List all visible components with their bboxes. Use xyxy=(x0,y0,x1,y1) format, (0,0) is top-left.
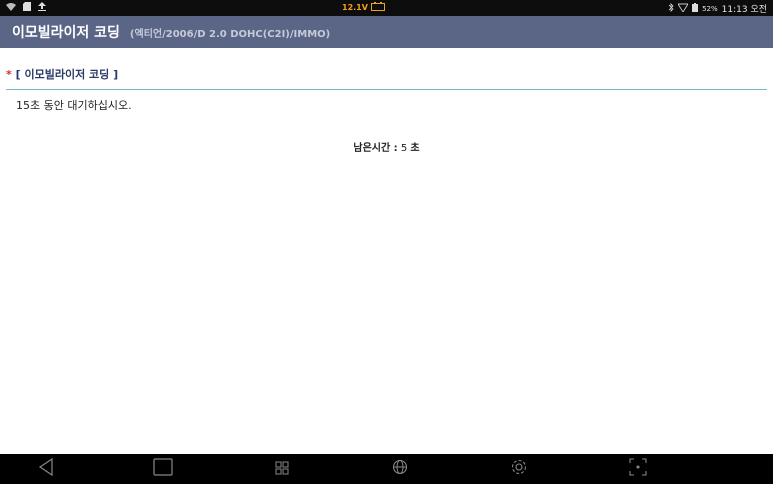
timer-value: 5 xyxy=(400,143,408,154)
wait-message: 15초 동안 대기하십시오. xyxy=(16,99,132,112)
apps-grid-icon xyxy=(275,460,289,479)
section-marker: * xyxy=(6,68,12,81)
section-title: * [ 이모빌라이저 코딩 ] xyxy=(6,68,118,81)
timer-label: 남은시간 : xyxy=(353,143,398,154)
battery-percent: 52% xyxy=(702,4,718,13)
remaining-time: 남은시간 : 5 초 xyxy=(0,139,773,154)
battery-charge-icon xyxy=(370,2,385,13)
back-button[interactable] xyxy=(35,457,57,480)
home-icon xyxy=(153,458,173,480)
section-title-text: [ 이모빌라이저 코딩 ] xyxy=(15,68,119,81)
battery-icon xyxy=(692,3,699,14)
page-title: 이모빌라이저 코딩 xyxy=(12,25,120,41)
apps-button[interactable] xyxy=(271,459,293,479)
clock: 11:13 오전 xyxy=(721,5,767,15)
wifi-icon xyxy=(6,2,16,13)
screen-capture-button[interactable] xyxy=(627,458,649,480)
back-icon xyxy=(38,457,54,480)
settings-button[interactable] xyxy=(508,459,530,479)
browser-button[interactable] xyxy=(389,459,411,479)
settings-gear-icon xyxy=(510,458,528,480)
signal-icon xyxy=(677,3,689,14)
section-header: * [ 이모빌라이저 코딩 ] xyxy=(6,63,767,90)
home-button[interactable] xyxy=(152,458,174,480)
voltage-label: 12.1V xyxy=(342,3,368,12)
sd-card-icon xyxy=(23,2,31,13)
status-bar: 12.1V 52% 11:13 오전 xyxy=(0,0,773,16)
bluetooth-icon xyxy=(668,3,674,14)
vehicle-info: (엑티언/2006/D 2.0 DOHC(C2I)/IMMO) xyxy=(129,28,331,40)
screen-capture-icon xyxy=(629,458,647,480)
upload-icon xyxy=(38,2,46,13)
navigation-bar xyxy=(0,454,773,484)
title-bar: 이모빌라이저 코딩 (엑티언/2006/D 2.0 DOHC(C2I)/IMMO… xyxy=(0,16,773,48)
globe-icon xyxy=(392,459,408,479)
timer-unit: 초 xyxy=(410,143,420,154)
